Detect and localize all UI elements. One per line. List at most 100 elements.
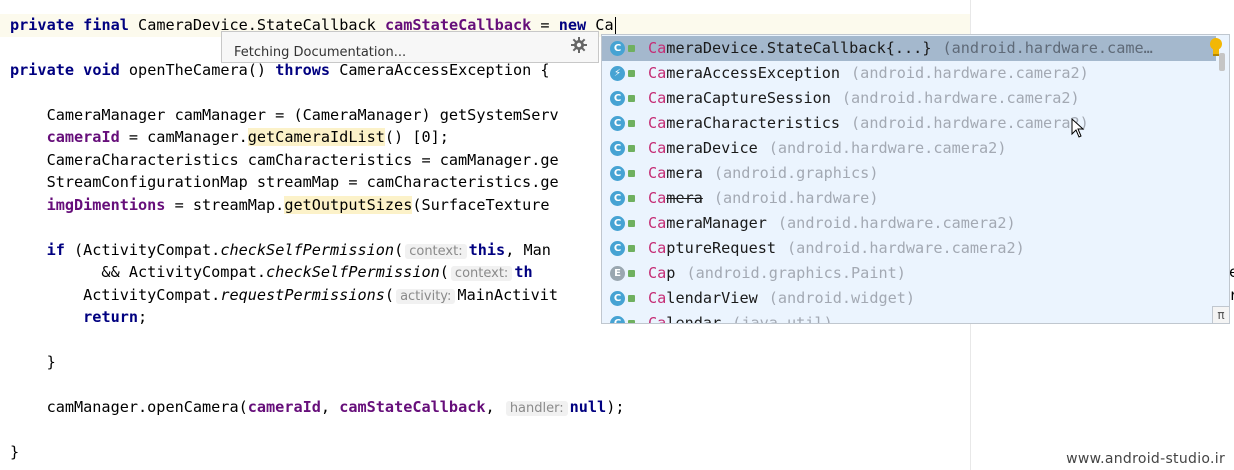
- class-name-rest: mera: [666, 189, 703, 207]
- keyword: private: [10, 61, 75, 79]
- code-text: (: [384, 286, 395, 304]
- public-visibility-icon: [628, 195, 635, 202]
- code-text: ,: [320, 398, 340, 416]
- package-name: (android.hardware): [713, 189, 879, 207]
- completion-item[interactable]: C CameraCaptureSession (android.hardware.c…: [602, 86, 1216, 111]
- parameter-hint: activity:: [396, 289, 456, 304]
- code-line-9[interactable]: && ActivityCompat.checkSelfPermission(co…: [10, 261, 533, 284]
- keyword: final: [83, 16, 129, 34]
- code-line-8[interactable]: if (ActivityCompat.checkSelfPermission(c…: [10, 239, 551, 262]
- class-icon: C: [610, 316, 625, 323]
- code-text: MainActivit: [457, 286, 559, 304]
- public-visibility-icon: [628, 120, 635, 127]
- code-line-6[interactable]: StreamConfigurationMap streamMap = camCh…: [10, 171, 559, 194]
- completion-item[interactable]: C CalendarView (android.widget): [602, 286, 1216, 311]
- match-prefix: Ca: [648, 89, 667, 107]
- code-line-5[interactable]: CameraCharacteristics camCharacteristics…: [10, 149, 559, 172]
- completion-item[interactable]: C Camera (android.hardware): [602, 186, 1216, 211]
- field-name: camStateCallback: [339, 398, 486, 416]
- code-text: && ActivityCompat.: [10, 263, 267, 281]
- completion-item[interactable]: ⚡ CameraAccessException (android.hardware.…: [602, 61, 1216, 86]
- keyword: null: [569, 398, 607, 416]
- class-icon: C: [610, 141, 625, 156]
- package-name: (android.hardware.camera2): [841, 89, 1080, 107]
- class-icon: C: [610, 166, 625, 181]
- completion-scrollbar[interactable]: [1216, 35, 1229, 306]
- enum-icon: E: [610, 266, 625, 281]
- package-name: (android.hardware.camera2): [777, 214, 1016, 232]
- class-icon: C: [610, 216, 625, 231]
- public-visibility-icon: [628, 70, 635, 77]
- class-name-rest: lendar: [666, 314, 722, 324]
- keyword: th: [514, 263, 533, 281]
- package-name: (android.hardware.camera2): [851, 64, 1089, 82]
- code-line-4[interactable]: cameraId = camManager.getCameraIdList() …: [10, 126, 449, 149]
- package-name: (java.util): [732, 314, 833, 324]
- method-call: getCameraIdList: [247, 128, 385, 146]
- match-prefix: Ca: [648, 239, 667, 257]
- code-completion-popup[interactable]: C CameraDevice.StateCallback{...} (android…: [601, 34, 1230, 324]
- match-prefix: Ca: [648, 189, 667, 207]
- completion-item[interactable]: C CaptureRequest (android.hardware.camera2…: [602, 236, 1216, 261]
- code-line-13[interactable]: camManager.openCamera(cameraId, camState…: [10, 396, 625, 419]
- public-visibility-icon: [628, 170, 635, 177]
- code-text: camManager.openCamera(: [10, 398, 248, 416]
- gear-icon[interactable]: [570, 36, 588, 54]
- completion-item[interactable]: C CameraManager (android.hardware.camera2): [602, 211, 1216, 236]
- keyword: void: [83, 61, 120, 79]
- code-line-12[interactable]: }: [10, 351, 56, 374]
- package-name: (android.hardware.camera2): [768, 139, 1007, 157]
- class-name-rest: lendarView: [666, 289, 758, 307]
- parameter-hint: context:: [405, 244, 467, 259]
- completion-item-label: CameraDevice.StateCallback{...} (android.…: [648, 36, 1153, 61]
- completion-item[interactable]: C CameraDevice.StateCallback{...} (android…: [602, 36, 1216, 61]
- package-name: (android.graphics.Paint): [686, 264, 906, 282]
- lightbulb-icon[interactable]: [1208, 37, 1224, 57]
- code-line-11[interactable]: return;: [10, 306, 147, 329]
- code-text: (ActivityCompat.: [64, 241, 221, 259]
- class-name-rest: meraCharacteristics: [666, 114, 841, 132]
- completion-item-label: CameraCaptureSession (android.hardware.ca…: [648, 86, 1080, 111]
- method-call: requestPermissions: [220, 286, 385, 304]
- completion-item-label: CaptureRequest (android.hardware.camera2): [648, 236, 1025, 261]
- public-visibility-icon: [628, 270, 635, 277]
- class-icon: C: [610, 116, 625, 131]
- method-call: checkSelfPermission: [266, 263, 440, 281]
- text-caret: [614, 17, 616, 34]
- code-line-14[interactable]: }: [10, 441, 19, 464]
- method-signature: openTheCamera(): [128, 61, 276, 79]
- keyword: return: [83, 308, 139, 326]
- code-text: (: [439, 263, 449, 281]
- parameter-hint: context:: [450, 266, 513, 281]
- public-visibility-icon: [628, 145, 635, 152]
- class-name-rest: meraAccessException: [666, 64, 841, 82]
- class-name-rest: meraCaptureSession: [666, 89, 831, 107]
- completion-item[interactable]: C Camera (android.graphics): [602, 161, 1216, 186]
- completion-item[interactable]: E Cap (android.graphics.Paint): [602, 261, 1216, 286]
- completion-item-label: Camera (android.graphics): [648, 161, 878, 186]
- code-line-3[interactable]: CameraManager camManager = (CameraManage…: [10, 104, 559, 127]
- code-line-7[interactable]: imgDimentions = streamMap.getOutputSizes…: [10, 194, 550, 217]
- class-name-rest: meraManager: [666, 214, 767, 232]
- completion-item-label: CameraCharacteristics (android.hardware.c…: [648, 111, 1089, 136]
- code-text: , Man: [505, 241, 551, 259]
- public-visibility-icon: [628, 295, 635, 302]
- pi-button[interactable]: π: [1212, 306, 1229, 323]
- completion-item[interactable]: C CameraCharacteristics (android.hardware.…: [602, 111, 1216, 136]
- keyword: this: [468, 241, 506, 259]
- public-visibility-icon: [628, 320, 635, 323]
- completion-item-label: Camera (android.hardware): [648, 186, 878, 211]
- class-icon: C: [610, 91, 625, 106]
- parameter-hint: handler:: [505, 401, 568, 416]
- match-prefix: Ca: [648, 64, 667, 82]
- completion-item[interactable]: C CameraDevice (android.hardware.camera2): [602, 136, 1216, 161]
- code-text: );: [606, 398, 625, 416]
- match-prefix: Ca: [648, 139, 667, 157]
- keyword: if: [46, 241, 65, 259]
- public-visibility-icon: [628, 95, 635, 102]
- keyword: private: [10, 16, 75, 34]
- match-prefix: Ca: [648, 314, 667, 324]
- code-line-10[interactable]: ActivityCompat.requestPermissions(activi…: [10, 284, 558, 307]
- completion-item[interactable]: C Calendar (java.util): [602, 311, 1216, 324]
- match-prefix: Ca: [648, 289, 667, 307]
